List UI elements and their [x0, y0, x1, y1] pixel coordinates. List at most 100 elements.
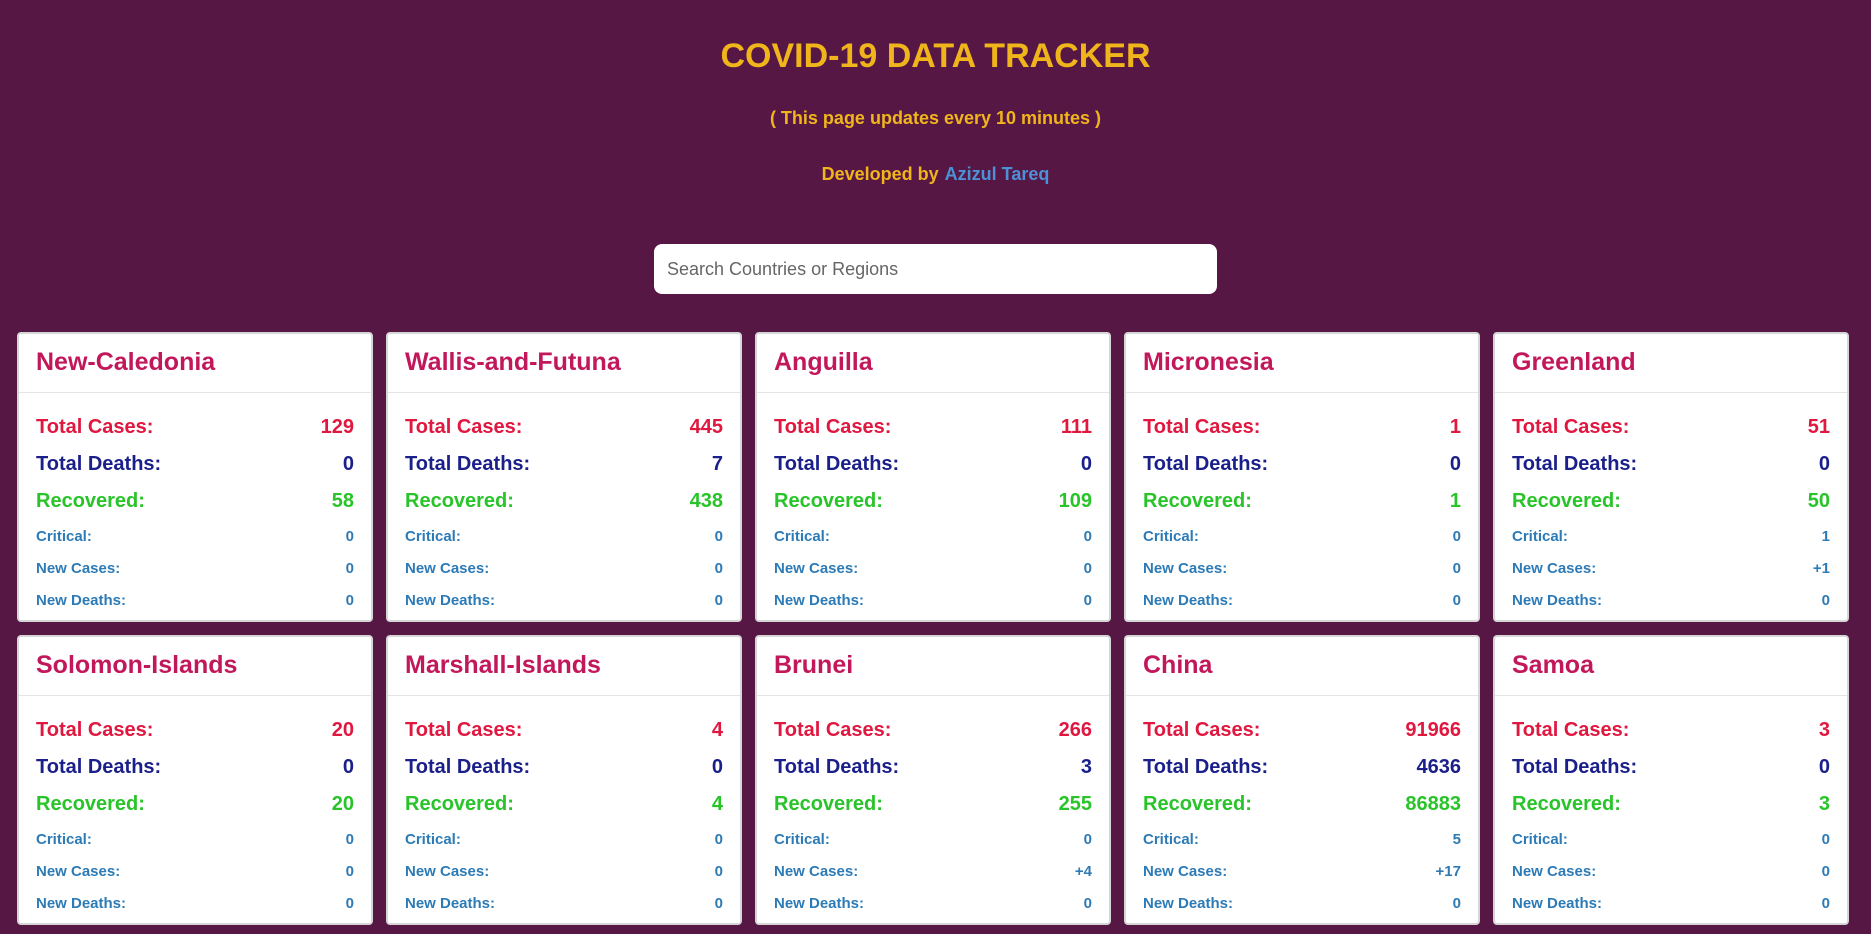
recovered-label: Recovered:: [1512, 793, 1621, 815]
new-cases-value: 0: [714, 862, 723, 880]
new-deaths-row: New Deaths: 0: [405, 584, 723, 616]
total-cases-label: Total Cases:: [1143, 416, 1261, 438]
total-cases-value: 91966: [1405, 719, 1461, 741]
new-deaths-value: 0: [345, 894, 354, 912]
country-card: Wallis-and-Futuna Total Cases: 445 Total…: [386, 332, 742, 622]
new-deaths-row: New Deaths: 0: [1143, 584, 1461, 616]
total-deaths-label: Total Deaths:: [1143, 756, 1269, 778]
total-cases-value: 51: [1807, 416, 1830, 438]
new-cases-row: New Cases: 0: [1512, 855, 1830, 887]
new-deaths-value: 0: [1083, 591, 1092, 609]
new-cases-value: 0: [345, 559, 354, 577]
new-cases-value: +1: [1812, 559, 1830, 577]
recovered-label: Recovered:: [36, 490, 145, 512]
recovered-row: Recovered: 438: [405, 483, 723, 520]
new-deaths-label: New Deaths:: [1143, 591, 1234, 609]
critical-row: Critical: 0: [36, 520, 354, 552]
recovered-row: Recovered: 3: [1512, 786, 1830, 823]
country-card: Micronesia Total Cases: 1 Total Deaths: …: [1124, 332, 1480, 622]
total-deaths-value: 7: [711, 453, 723, 475]
new-cases-value: 0: [1452, 559, 1461, 577]
recovered-label: Recovered:: [405, 793, 514, 815]
total-cases-value: 20: [331, 719, 354, 741]
total-deaths-value: 3: [1080, 756, 1092, 778]
critical-value: 0: [714, 830, 723, 848]
author-link[interactable]: Azizul Tareq: [945, 164, 1050, 184]
recovered-label: Recovered:: [774, 490, 883, 512]
recovered-value: 438: [689, 490, 723, 512]
total-cases-label: Total Cases:: [774, 416, 892, 438]
total-deaths-label: Total Deaths:: [1143, 453, 1269, 475]
new-cases-label: New Cases:: [405, 862, 490, 880]
total-cases-label: Total Cases:: [36, 719, 154, 741]
new-deaths-value: 0: [714, 894, 723, 912]
critical-value: 0: [1083, 830, 1092, 848]
country-name: Brunei: [757, 637, 1109, 696]
new-cases-value: +17: [1435, 862, 1461, 880]
total-cases-row: Total Cases: 111: [774, 409, 1092, 446]
new-cases-label: New Cases:: [774, 862, 859, 880]
critical-value: 0: [1083, 527, 1092, 545]
total-cases-row: Total Cases: 91966: [1143, 712, 1461, 749]
country-name: Wallis-and-Futuna: [388, 334, 740, 393]
total-deaths-value: 0: [1080, 453, 1092, 475]
new-cases-label: New Cases:: [405, 559, 490, 577]
total-deaths-row: Total Deaths: 0: [36, 446, 354, 483]
country-name: Anguilla: [757, 334, 1109, 393]
country-name: China: [1126, 637, 1478, 696]
new-cases-label: New Cases:: [1512, 559, 1597, 577]
country-name: Samoa: [1495, 637, 1847, 696]
critical-value: 0: [1821, 830, 1830, 848]
search-bar: [0, 244, 1871, 294]
total-cases-row: Total Cases: 129: [36, 409, 354, 446]
recovered-row: Recovered: 86883: [1143, 786, 1461, 823]
total-deaths-label: Total Deaths:: [774, 756, 900, 778]
total-cases-label: Total Cases:: [36, 416, 154, 438]
total-deaths-label: Total Deaths:: [1512, 756, 1638, 778]
recovered-label: Recovered:: [36, 793, 145, 815]
total-deaths-label: Total Deaths:: [36, 756, 162, 778]
recovered-label: Recovered:: [405, 490, 514, 512]
recovered-label: Recovered:: [1512, 490, 1621, 512]
new-cases-label: New Cases:: [1512, 862, 1597, 880]
critical-value: 0: [345, 830, 354, 848]
new-deaths-row: New Deaths: 0: [1512, 584, 1830, 616]
new-cases-value: 0: [714, 559, 723, 577]
new-deaths-value: 0: [1821, 894, 1830, 912]
country-card: New-Caledonia Total Cases: 129 Total Dea…: [17, 332, 373, 622]
total-cases-value: 266: [1058, 719, 1092, 741]
recovered-row: Recovered: 58: [36, 483, 354, 520]
total-cases-row: Total Cases: 51: [1512, 409, 1830, 446]
total-deaths-row: Total Deaths: 0: [36, 749, 354, 786]
new-deaths-value: 0: [1452, 894, 1461, 912]
critical-row: Critical: 0: [36, 823, 354, 855]
recovered-value: 1: [1449, 490, 1461, 512]
total-cases-row: Total Cases: 445: [405, 409, 723, 446]
new-cases-label: New Cases:: [1143, 559, 1228, 577]
search-input[interactable]: [654, 244, 1217, 294]
recovered-value: 109: [1058, 490, 1092, 512]
card-stats: Total Cases: 51 Total Deaths: 0 Recovere…: [1495, 393, 1847, 616]
critical-value: 0: [1452, 527, 1461, 545]
new-cases-row: New Cases: 0: [774, 552, 1092, 584]
total-cases-row: Total Cases: 20: [36, 712, 354, 749]
critical-value: 5: [1452, 830, 1461, 848]
total-cases-row: Total Cases: 3: [1512, 712, 1830, 749]
critical-label: Critical:: [405, 527, 461, 545]
new-deaths-label: New Deaths:: [36, 591, 127, 609]
new-deaths-row: New Deaths: 0: [774, 584, 1092, 616]
total-deaths-label: Total Deaths:: [774, 453, 900, 475]
total-cases-label: Total Cases:: [1512, 719, 1630, 741]
recovered-value: 58: [331, 490, 354, 512]
new-cases-label: New Cases:: [1143, 862, 1228, 880]
new-deaths-label: New Deaths:: [1512, 894, 1603, 912]
recovered-value: 50: [1807, 490, 1830, 512]
recovered-value: 20: [331, 793, 354, 815]
total-deaths-value: 4636: [1416, 756, 1462, 778]
card-stats: Total Cases: 266 Total Deaths: 3 Recover…: [757, 696, 1109, 919]
developed-by-label: Developed by: [821, 164, 939, 184]
total-deaths-row: Total Deaths: 0: [774, 446, 1092, 483]
critical-row: Critical: 5: [1143, 823, 1461, 855]
recovered-value: 255: [1058, 793, 1092, 815]
country-name: Greenland: [1495, 334, 1847, 393]
